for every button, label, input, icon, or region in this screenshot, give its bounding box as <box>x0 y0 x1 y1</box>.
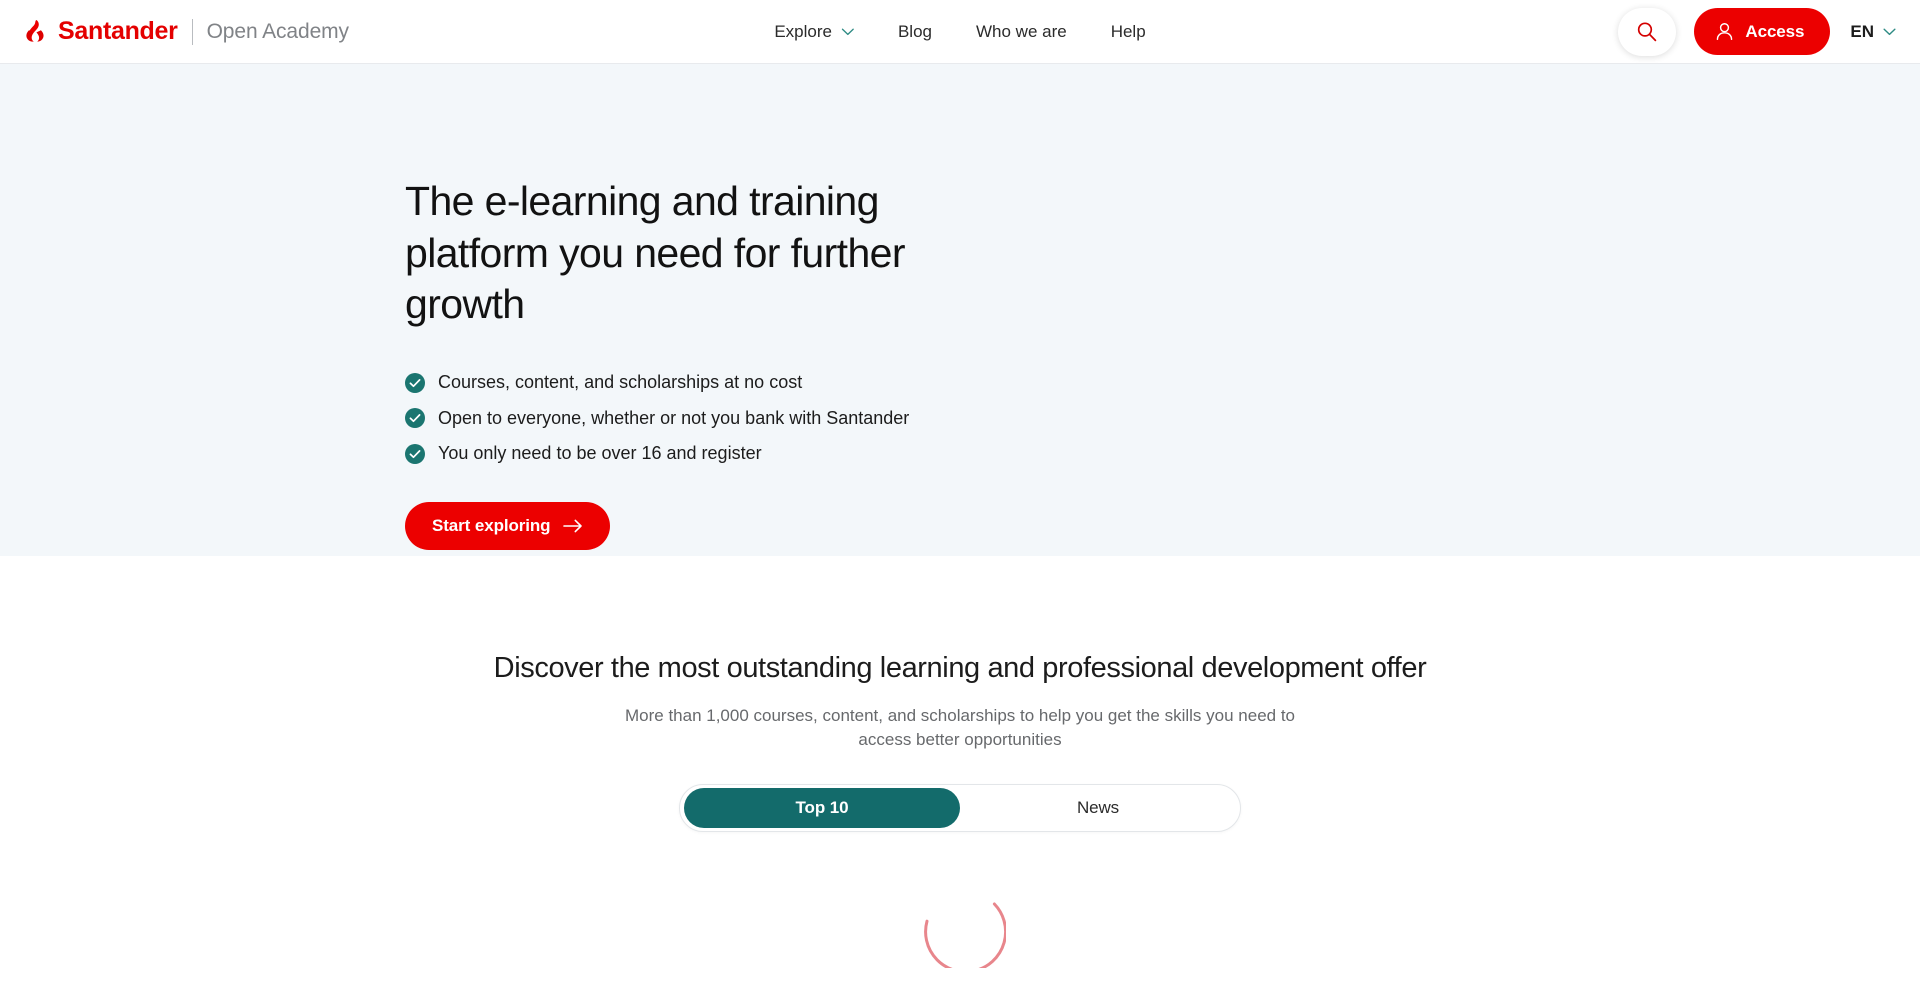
section-title: Discover the most outstanding learning a… <box>493 652 1427 684</box>
search-icon <box>1635 20 1659 44</box>
check-circle-icon <box>405 408 425 429</box>
arrow-right-icon <box>563 519 583 533</box>
nav-item-explore[interactable]: Explore <box>774 23 854 40</box>
hero-section: The e-learning and training platform you… <box>0 64 1920 556</box>
check-circle-icon <box>405 372 425 393</box>
chevron-down-icon <box>1883 28 1896 36</box>
list-item-label: Courses, content, and scholarships at no… <box>438 371 803 392</box>
search-button[interactable] <box>1618 7 1677 56</box>
list-item: You only need to be over 16 and register <box>405 443 1920 465</box>
loading-spinner-icon <box>914 876 1006 968</box>
check-circle-icon <box>405 443 425 464</box>
user-icon <box>1714 21 1735 42</box>
page-title: The e-learning and training platform you… <box>405 178 906 328</box>
list-item-label: You only need to be over 16 and register <box>438 443 762 464</box>
header-actions: Access EN <box>1618 7 1896 56</box>
main-navigation: Explore Blog Who we are Help <box>774 23 1145 40</box>
discover-section: Discover the most outstanding learning a… <box>0 556 1920 968</box>
nav-item-label: Explore <box>774 22 832 41</box>
list-item: Courses, content, and scholarships at no… <box>405 372 1920 394</box>
brand-subtitle: Open Academy <box>206 20 349 43</box>
brand-divider <box>191 18 193 45</box>
tab-news[interactable]: News <box>960 788 1236 828</box>
language-label: EN <box>1850 22 1874 41</box>
section-subtitle: More than 1,000 courses, content, and sc… <box>624 705 1296 750</box>
brand-logo[interactable]: Santander Open Academy <box>22 17 349 45</box>
start-exploring-label: Start exploring <box>432 515 551 535</box>
chevron-down-icon <box>841 28 854 36</box>
nav-item-label: Help <box>1110 22 1146 41</box>
nav-item-help[interactable]: Help <box>1111 23 1146 40</box>
nav-item-label: Blog <box>897 22 932 41</box>
list-item: Open to everyone, whether or not you ban… <box>405 408 1920 430</box>
hero-benefits-list: Courses, content, and scholarships at no… <box>405 372 1920 465</box>
nav-item-label: Who we are <box>976 22 1067 41</box>
content-tabs: Top 10 News <box>679 783 1241 832</box>
santander-flame-icon <box>22 19 48 45</box>
tab-top-10[interactable]: Top 10 <box>684 787 960 828</box>
brand-name: Santander <box>58 17 178 45</box>
nav-item-blog[interactable]: Blog <box>898 23 932 40</box>
start-exploring-button[interactable]: Start exploring <box>405 501 611 550</box>
access-button-label: Access <box>1745 21 1805 41</box>
language-selector[interactable]: EN <box>1848 23 1896 40</box>
access-button[interactable]: Access <box>1694 8 1831 55</box>
site-header: Santander Open Academy Explore Blog Who … <box>0 0 1920 64</box>
loading-area <box>0 876 1920 968</box>
nav-item-who-we-are[interactable]: Who we are <box>976 23 1067 40</box>
list-item-label: Open to everyone, whether or not you ban… <box>438 407 910 428</box>
